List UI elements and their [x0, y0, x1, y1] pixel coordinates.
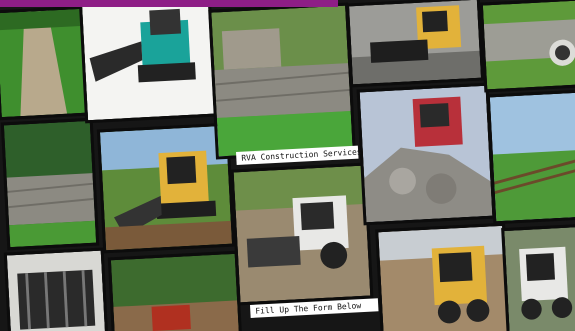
photo-culvert-hillside	[479, 0, 575, 93]
photo-stone-wall-hedge	[0, 117, 100, 251]
photo-stone-steps-landscape	[208, 2, 356, 160]
photo-white-skid-steer-bucket	[230, 162, 374, 306]
accent-bar	[0, 0, 338, 7]
photo-teal-trencher	[78, 0, 218, 124]
photo-grapple-bucket	[3, 247, 109, 331]
photo-yellow-skid-steer-sweeper	[345, 0, 485, 88]
photo-gravel-path	[0, 5, 91, 121]
photo-fence-trees	[486, 89, 575, 225]
photo-red-skid-steer-rocks	[356, 82, 496, 226]
photo-collage: RVA Construction Services Fill Up The Fo…	[0, 0, 575, 331]
photo-woodland-clearing	[107, 250, 243, 331]
photo-yellow-loader-dirt	[375, 222, 511, 331]
photo-white-skid-steer-yard	[501, 223, 575, 331]
